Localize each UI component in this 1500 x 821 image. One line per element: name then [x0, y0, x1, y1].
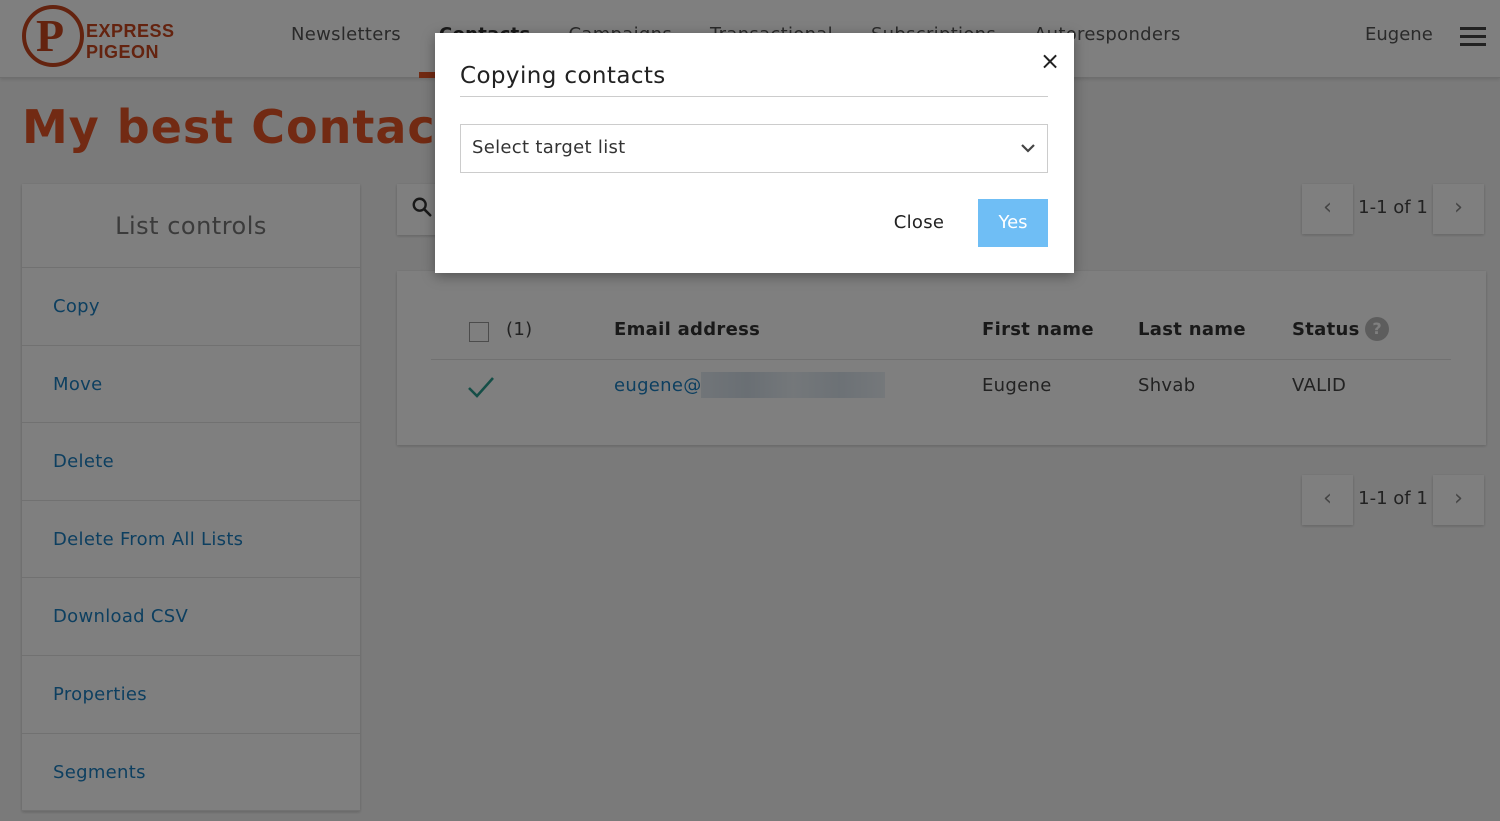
dialog-title: Copying contacts — [460, 63, 666, 89]
yes-button[interactable]: Yes — [978, 199, 1048, 247]
copy-contacts-dialog: Copying contacts × Select target list Cl… — [435, 33, 1074, 273]
dialog-divider — [460, 96, 1048, 97]
target-list-select-value: Select target list — [472, 137, 626, 158]
close-button[interactable]: Close — [879, 199, 959, 247]
chevron-down-icon — [1021, 144, 1035, 153]
target-list-select[interactable]: Select target list — [460, 124, 1048, 173]
close-icon[interactable]: × — [1040, 49, 1060, 73]
